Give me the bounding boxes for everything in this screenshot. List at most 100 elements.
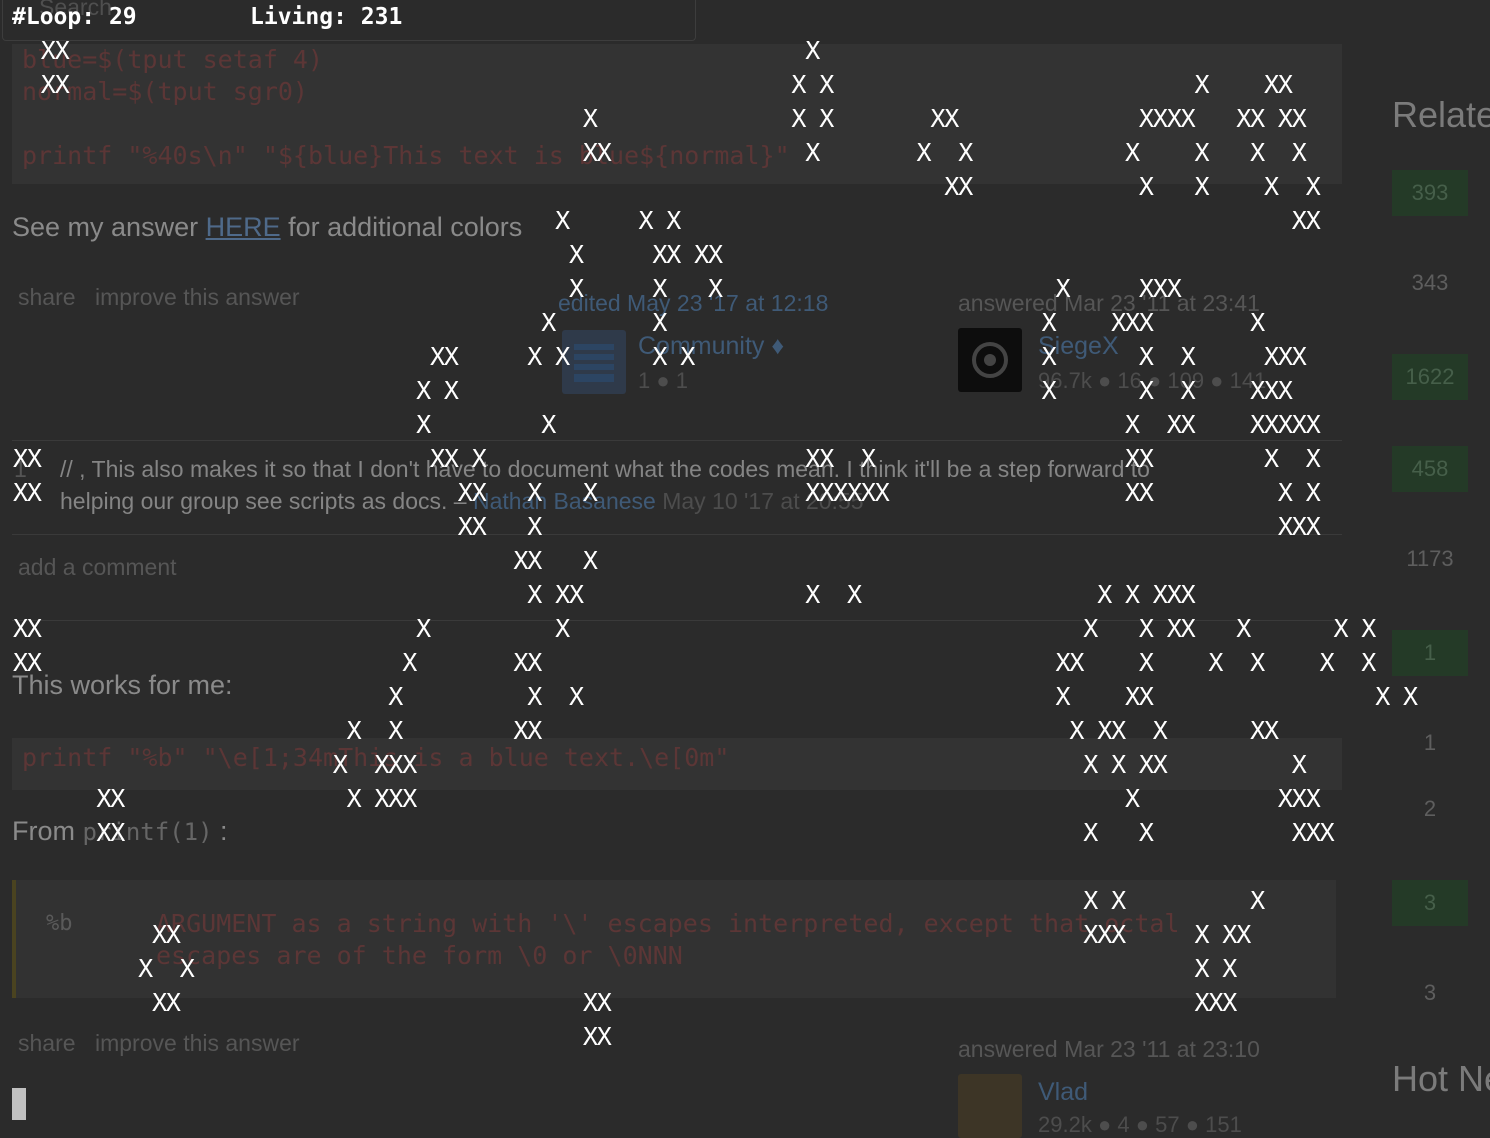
related-vote-count[interactable]: 3: [1392, 970, 1468, 1016]
live-cell: X: [916, 138, 932, 167]
live-cell: X: [152, 920, 168, 949]
live-cell: X: [1305, 206, 1321, 235]
related-vote-count[interactable]: 1: [1392, 630, 1468, 676]
add-comment-link[interactable]: add a comment: [18, 554, 177, 581]
live-cell: X: [1194, 70, 1210, 99]
live-cell: X: [1180, 580, 1196, 609]
live-cell: X: [513, 546, 529, 575]
improve-link[interactable]: improve this answer: [95, 1030, 300, 1057]
vlad-avatar[interactable]: [958, 1074, 1022, 1138]
live-cell: X: [1291, 512, 1307, 541]
live-cell: X: [96, 784, 112, 813]
live-cell: X: [694, 240, 710, 269]
live-cell: X: [847, 478, 863, 507]
live-cell: X: [1125, 138, 1141, 167]
related-vote-count[interactable]: 343: [1392, 260, 1468, 306]
live-cell: X: [332, 750, 348, 779]
answerer-rep: 29.2k ● 4 ● 57 ● 151: [1038, 1112, 1242, 1137]
live-cell: X: [1319, 818, 1335, 847]
here-link[interactable]: HERE: [206, 212, 281, 242]
live-cell: X: [805, 36, 821, 65]
live-cell: X: [1083, 614, 1099, 643]
answerer-name[interactable]: Vlad: [1038, 1078, 1088, 1107]
live-cell: X: [944, 104, 960, 133]
live-cell: X: [805, 444, 821, 473]
live-cell: X: [1152, 274, 1168, 303]
live-cell: X: [555, 580, 571, 609]
live-cell: X: [1125, 410, 1141, 439]
live-cell: X: [13, 478, 29, 507]
related-vote-count[interactable]: 3: [1392, 880, 1468, 926]
live-cell: X: [555, 206, 571, 235]
live-cell: X: [1250, 308, 1266, 337]
live-cell: X: [1277, 478, 1293, 507]
live-cell: X: [1138, 308, 1154, 337]
live-cell: X: [666, 206, 682, 235]
live-cell: X: [569, 580, 585, 609]
live-cell: X: [1138, 648, 1154, 677]
related-vote-count[interactable]: 1622: [1392, 354, 1468, 400]
live-cell: X: [582, 988, 598, 1017]
related-vote-count[interactable]: 1173: [1392, 536, 1468, 582]
live-cell: X: [791, 70, 807, 99]
live-cell: X: [402, 784, 418, 813]
related-vote-count[interactable]: 458: [1392, 446, 1468, 492]
live-cell: X: [805, 478, 821, 507]
live-cell: X: [110, 784, 126, 813]
live-cell: X: [1194, 988, 1210, 1017]
live-cell: X: [1305, 172, 1321, 201]
live-cell: X: [1291, 750, 1307, 779]
live-cell: X: [1041, 342, 1057, 371]
live-cell: X: [26, 614, 42, 643]
community-avatar[interactable]: [562, 330, 626, 394]
live-cell: X: [1166, 580, 1182, 609]
live-cell: X: [54, 70, 70, 99]
live-cell: X: [1264, 342, 1280, 371]
live-cell: X: [1319, 648, 1335, 677]
live-cell: X: [1083, 750, 1099, 779]
live-cell: X: [457, 512, 473, 541]
live-cell: X: [1097, 580, 1113, 609]
live-cell: X: [54, 36, 70, 65]
live-cell: X: [40, 36, 56, 65]
related-vote-count[interactable]: 2: [1392, 786, 1468, 832]
live-cell: X: [1264, 410, 1280, 439]
live-cell: X: [596, 988, 612, 1017]
live-cell: X: [388, 716, 404, 745]
live-cell: X: [110, 818, 126, 847]
live-cell: X: [513, 648, 529, 677]
live-cell: X: [527, 580, 543, 609]
related-vote-count[interactable]: 1: [1392, 720, 1468, 766]
live-cell: X: [569, 274, 585, 303]
share-link[interactable]: share: [18, 1030, 76, 1057]
live-cell: X: [944, 172, 960, 201]
live-cell: X: [513, 716, 529, 745]
comment-user[interactable]: Nathan Basanese: [473, 488, 656, 514]
improve-link[interactable]: improve this answer: [95, 284, 300, 311]
live-cell: X: [471, 444, 487, 473]
live-cell: X: [527, 478, 543, 507]
edited-timestamp[interactable]: edited May 23 '17 at 12:18: [558, 290, 828, 317]
live-cell: X: [1222, 988, 1238, 1017]
live-cell: X: [1083, 920, 1099, 949]
live-cell: X: [569, 240, 585, 269]
live-cell: X: [1222, 920, 1238, 949]
live-cell: X: [374, 750, 390, 779]
live-cell: X: [430, 342, 446, 371]
living-counter: Living: 231: [250, 4, 403, 30]
share-link[interactable]: share: [18, 284, 76, 311]
live-cell: X: [1305, 410, 1321, 439]
live-cell: X: [1138, 104, 1154, 133]
live-cell: X: [13, 444, 29, 473]
live-cell: X: [582, 546, 598, 575]
answer-text: This works for me:: [12, 670, 233, 700]
live-cell: X: [708, 274, 724, 303]
live-cell: X: [1041, 376, 1057, 405]
related-vote-count[interactable]: 393: [1392, 170, 1468, 216]
live-cell: X: [1138, 818, 1154, 847]
live-cell: X: [860, 444, 876, 473]
live-cell: X: [1250, 104, 1266, 133]
live-cell: X: [1180, 410, 1196, 439]
siegex-avatar[interactable]: [958, 328, 1022, 392]
live-cell: X: [1277, 70, 1293, 99]
